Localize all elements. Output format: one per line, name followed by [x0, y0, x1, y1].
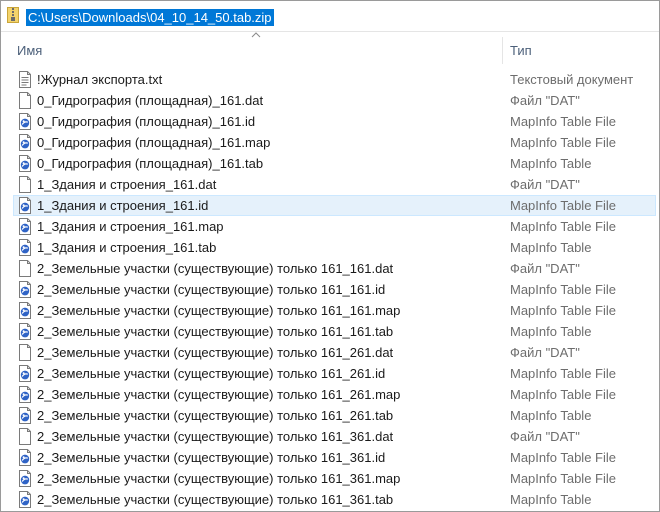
file-name: 0_Гидрография (площадная)_161.dat: [37, 93, 264, 108]
mapinfo-file-icon: [18, 407, 32, 424]
file-name: 2_Земельные участки (существующие) тольк…: [37, 303, 401, 318]
file-row[interactable]: 2_Земельные участки (существующие) тольк…: [1, 489, 659, 510]
address-bar[interactable]: C:\Users\Downloads\04_10_14_50.tab.zip: [1, 1, 659, 31]
file-row[interactable]: 2_Земельные участки (существующие) тольк…: [1, 447, 659, 468]
mapinfo-file-icon: [18, 155, 32, 172]
mapinfo-file-icon: [18, 449, 32, 466]
mapinfo-file-icon: [18, 365, 32, 382]
blank-file-icon: [18, 176, 32, 193]
file-name: 0_Гидрография (площадная)_161.id: [37, 114, 256, 129]
file-name: 2_Земельные участки (существующие) тольк…: [37, 345, 394, 360]
blank-file-icon: [18, 428, 32, 445]
file-name: 1_Здания и строения_161.id: [37, 198, 209, 213]
blank-file-icon: [18, 92, 32, 109]
mapinfo-file-icon: [18, 470, 32, 487]
file-type: MapInfo Table: [510, 492, 592, 507]
file-type: MapInfo Table File: [510, 471, 616, 486]
file-row[interactable]: 1_Здания и строения_161.id MapInfo Table …: [1, 195, 659, 216]
blank-file-icon: [18, 344, 32, 361]
file-type: MapInfo Table: [510, 156, 592, 171]
mapinfo-file-icon: [18, 323, 32, 340]
file-name: 2_Земельные участки (существующие) тольк…: [37, 366, 386, 381]
mapinfo-file-icon: [18, 134, 32, 151]
file-list: !Журнал экспорта.txt Текстовый документ 0_…: [1, 69, 659, 510]
address-bar-divider: [1, 31, 659, 32]
file-type: MapInfo Table File: [510, 387, 616, 402]
file-type: MapInfo Table File: [510, 135, 616, 150]
file-name: 2_Земельные участки (существующие) тольк…: [37, 492, 394, 507]
file-type: MapInfo Table File: [510, 282, 616, 297]
file-name: 2_Земельные участки (существующие) тольк…: [37, 282, 386, 297]
column-divider[interactable]: [502, 37, 503, 64]
mapinfo-file-icon: [18, 239, 32, 256]
file-row[interactable]: !Журнал экспорта.txt Текстовый документ: [1, 69, 659, 90]
file-row[interactable]: 0_Гидрография (площадная)_161.dat Файл "D…: [1, 90, 659, 111]
file-type: Текстовый документ: [510, 72, 634, 87]
text-document-icon: [18, 71, 32, 88]
file-row[interactable]: 2_Земельные участки (существующие) тольк…: [1, 384, 659, 405]
mapinfo-file-icon: [18, 218, 32, 235]
file-type: MapInfo Table File: [510, 198, 616, 213]
file-row[interactable]: 2_Земельные участки (существующие) тольк…: [1, 300, 659, 321]
file-type: MapInfo Table File: [510, 366, 616, 381]
file-name: 0_Гидрография (площадная)_161.tab: [37, 156, 264, 171]
file-type: MapInfo Table: [510, 324, 592, 339]
zip-folder-icon: [7, 7, 19, 23]
file-type: Файл "DAT": [510, 177, 580, 192]
file-row[interactable]: 1_Здания и строения_161.dat Файл "DAT": [1, 174, 659, 195]
file-row[interactable]: 2_Земельные участки (существующие) тольк…: [1, 405, 659, 426]
mapinfo-file-icon: [18, 302, 32, 319]
file-name: 0_Гидрография (площадная)_161.map: [37, 135, 271, 150]
file-row[interactable]: 2_Земельные участки (существующие) тольк…: [1, 426, 659, 447]
column-header-type[interactable]: Тип: [510, 40, 532, 64]
mapinfo-file-icon: [18, 281, 32, 298]
file-type: Файл "DAT": [510, 345, 580, 360]
sort-ascending-icon: [251, 32, 261, 38]
file-type: Файл "DAT": [510, 429, 580, 444]
file-row[interactable]: 0_Гидрография (площадная)_161.id MapInfo …: [1, 111, 659, 132]
mapinfo-file-icon: [18, 113, 32, 130]
file-type: Файл "DAT": [510, 261, 580, 276]
file-name: 2_Земельные участки (существующие) тольк…: [37, 450, 386, 465]
file-name: 2_Земельные участки (существующие) тольк…: [37, 429, 394, 444]
file-name: 2_Земельные участки (существующие) тольк…: [37, 471, 401, 486]
file-name: 2_Земельные участки (существующие) тольк…: [37, 408, 394, 423]
address-path[interactable]: C:\Users\Downloads\04_10_14_50.tab.zip: [26, 9, 274, 26]
file-row[interactable]: 0_Гидрография (площадная)_161.map MapInfo…: [1, 132, 659, 153]
file-row[interactable]: 2_Земельные участки (существующие) тольк…: [1, 321, 659, 342]
file-row[interactable]: 2_Земельные участки (существующие) тольк…: [1, 468, 659, 489]
blank-file-icon: [18, 260, 32, 277]
file-name: !Журнал экспорта.txt: [37, 72, 163, 87]
file-row[interactable]: 1_Здания и строения_161.tab MapInfo Table: [1, 237, 659, 258]
file-type: MapInfo Table File: [510, 219, 616, 234]
file-type: Файл "DAT": [510, 93, 580, 108]
file-name: 2_Земельные участки (существующие) тольк…: [37, 261, 394, 276]
file-type: MapInfo Table File: [510, 303, 616, 318]
file-type: MapInfo Table File: [510, 450, 616, 465]
file-name: 2_Земельные участки (существующие) тольк…: [37, 387, 401, 402]
file-name: 1_Здания и строения_161.tab: [37, 240, 217, 255]
mapinfo-file-icon: [18, 386, 32, 403]
file-type: MapInfo Table File: [510, 114, 616, 129]
file-name: 1_Здания и строения_161.map: [37, 219, 224, 234]
file-type: MapInfo Table: [510, 408, 592, 423]
file-row[interactable]: 2_Земельные участки (существующие) тольк…: [1, 258, 659, 279]
file-row[interactable]: 1_Здания и строения_161.map MapInfo Table…: [1, 216, 659, 237]
file-type: MapInfo Table: [510, 240, 592, 255]
file-row[interactable]: 2_Земельные участки (существующие) тольк…: [1, 363, 659, 384]
file-row[interactable]: 0_Гидрография (площадная)_161.tab MapInfo…: [1, 153, 659, 174]
file-row[interactable]: 2_Земельные участки (существующие) тольк…: [1, 342, 659, 363]
mapinfo-file-icon: [18, 491, 32, 508]
file-name: 2_Земельные участки (существующие) тольк…: [37, 324, 394, 339]
file-explorer-window: C:\Users\Downloads\04_10_14_50.tab.zip И…: [0, 0, 660, 512]
file-name: 1_Здания и строения_161.dat: [37, 177, 217, 192]
column-header-name[interactable]: Имя: [17, 40, 42, 64]
file-row[interactable]: 2_Земельные участки (существующие) тольк…: [1, 279, 659, 300]
mapinfo-file-icon: [18, 197, 32, 214]
